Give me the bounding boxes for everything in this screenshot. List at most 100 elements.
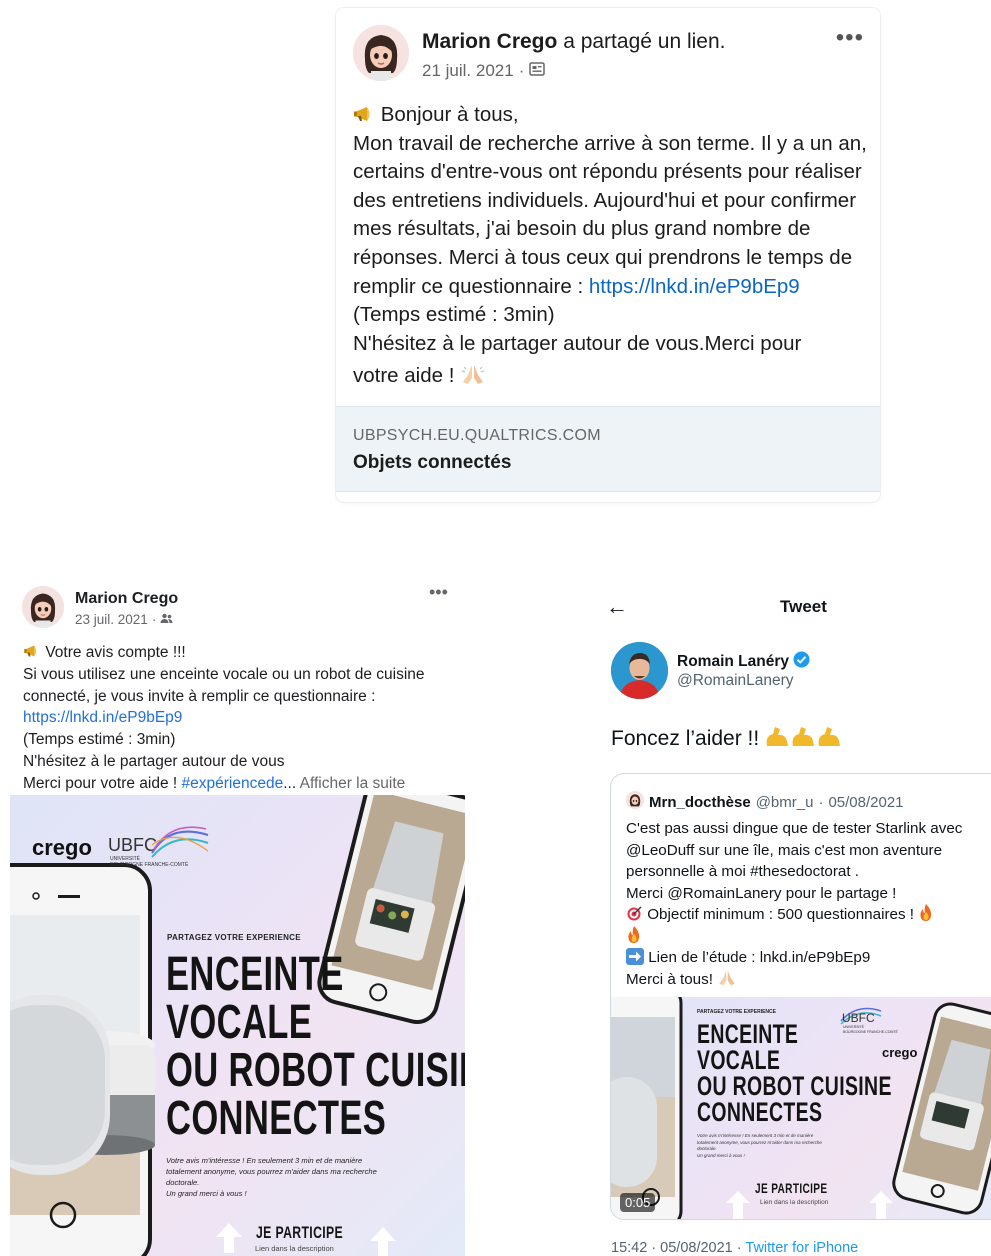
body-line-2-text: Si vous utilisez une enceinte vocale ou … bbox=[23, 665, 425, 705]
greeting-line: Bonjour à tous, bbox=[353, 101, 868, 130]
post-date[interactable]: 23 juil. 2021 bbox=[75, 612, 148, 627]
author-avatar[interactable] bbox=[353, 25, 409, 81]
praying-hands-icon bbox=[460, 362, 486, 391]
post-image[interactable]: crego UBFC UNIVERSITÉ BOURGOGNE FRANCHE-… bbox=[10, 795, 465, 1256]
more-options-icon[interactable]: ••• bbox=[836, 24, 864, 52]
quoted-line-4: Lien de l’étude : lnkd.in/eP9bEp9 bbox=[626, 947, 991, 969]
quoted-line-1: C'est pas aussi dingue que de tester Sta… bbox=[626, 820, 963, 880]
quoted-line-4-text: Lien de l’étude : lnkd.in/eP9bEp9 bbox=[648, 949, 871, 966]
share-line: N'hésitez à le partager autour de vous.M… bbox=[353, 331, 802, 355]
preview-title[interactable]: Objets connectés bbox=[353, 452, 511, 474]
facebook-post: Marion Crego 23 juil. 2021 · ••• Votre a… bbox=[10, 580, 465, 1256]
quoted-author-name[interactable]: Mrn_docthèse bbox=[649, 794, 751, 811]
megaphone-icon bbox=[353, 101, 375, 130]
body-line-2: Si vous utilisez une enceinte vocale ou … bbox=[23, 664, 463, 729]
author-name-text: Romain Lanéry bbox=[677, 653, 789, 670]
verified-badge-icon bbox=[793, 651, 810, 673]
praying-hands-icon bbox=[717, 970, 737, 988]
megaphone-icon bbox=[23, 642, 41, 664]
post-body: Bonjour à tous, Mon travail de recherche… bbox=[353, 101, 868, 391]
post-meta: 23 juil. 2021 · bbox=[75, 612, 173, 627]
arrow-up-icon bbox=[370, 1227, 396, 1256]
video-ubfc-subtitle-2: BOURGOGNE FRANCHE-COMTÉ bbox=[843, 1029, 898, 1034]
quoted-video[interactable]: PARTAGEZ VOTRE EXPERIENCE ENCEINTE VOCAL… bbox=[611, 997, 991, 1219]
video-duration-badge: 0:05 bbox=[620, 1193, 656, 1212]
page-title: Tweet bbox=[780, 597, 827, 616]
quoted-author-handle: @bmr_u bbox=[755, 793, 814, 811]
post-action: a partagé un lien. bbox=[563, 30, 726, 53]
body-line-3: (Temps estimé : 3min) bbox=[23, 731, 176, 749]
quoted-tweet-header: Mrn_docthèse @bmr_u · 05/08/2021 bbox=[626, 791, 904, 813]
meta-separator: · bbox=[518, 61, 525, 80]
video-kicker: PARTAGEZ VOTRE EXPERIENCE bbox=[697, 1009, 776, 1015]
arrow-up-icon bbox=[216, 1223, 242, 1253]
body-line-4: N'hésitez à le partager autour de vous bbox=[23, 752, 285, 770]
linkedin-post: Marion Crego a partagé un lien. 21 juil.… bbox=[336, 8, 880, 502]
quoted-line-3: Objectif minimum : 500 questionnaires ! bbox=[626, 904, 991, 926]
creative-desc-1: Votre avis m'intéresse ! En seulement 3 … bbox=[166, 1156, 363, 1165]
creative-cta: JE PARTICIPE bbox=[256, 1223, 344, 1242]
creative-desc-4: Un grand merci à vous ! bbox=[166, 1189, 247, 1198]
quoted-author-avatar bbox=[626, 791, 644, 813]
creative-description: Votre avis m'intéresse ! En seulement 3 … bbox=[166, 1155, 377, 1199]
quoted-line-5: Merci à tous! bbox=[626, 969, 991, 991]
greeting-text: Bonjour à tous, bbox=[380, 103, 519, 126]
body-line-1-text: Votre avis compte !!! bbox=[45, 644, 186, 661]
author-line: Marion Crego a partagé un lien. bbox=[422, 30, 725, 54]
tweet-source[interactable]: Twitter for iPhone bbox=[745, 1240, 858, 1256]
more-options-icon[interactable]: ••• bbox=[429, 582, 448, 603]
post-date[interactable]: 21 juil. 2021 bbox=[422, 61, 514, 81]
quoted-line-2: Merci @RomainLanery pour le partage ! bbox=[626, 884, 897, 902]
video-headline-1: ENCEINTE bbox=[697, 1019, 799, 1049]
survey-link[interactable]: https://lnkd.in/eP9bEp9 bbox=[589, 275, 800, 298]
link-preview-card[interactable]: UBPSYCH.EU.QUALTRICS.COM Objets connecté… bbox=[336, 406, 880, 492]
quoted-fire-line bbox=[626, 925, 991, 948]
quoted-line-3-text: Objectif minimum : 500 questionnaires ! bbox=[647, 906, 914, 923]
creative-headline-4: CONNECTES bbox=[166, 1092, 387, 1145]
author-name[interactable]: Marion Crego bbox=[75, 590, 178, 608]
time-estimate: (Temps estimé : 3min) bbox=[353, 303, 555, 327]
fire-icon bbox=[918, 904, 934, 923]
quoted-tweet[interactable]: Mrn_docthèse @bmr_u · 05/08/2021 C'est p… bbox=[610, 773, 991, 1220]
closing-line: votre aide ! bbox=[353, 362, 868, 391]
post-meta: 21 juil. 2021 · bbox=[422, 61, 546, 81]
creative-headline-3: OU ROBOT CUISINE bbox=[166, 1044, 465, 1097]
tweet-timestamp[interactable]: 15:42 · 05/08/2021 · bbox=[611, 1240, 742, 1256]
body-main-text: Mon travail de recherche arrive à son te… bbox=[353, 131, 867, 298]
right-arrow-icon bbox=[626, 948, 648, 966]
creative-desc-3: doctorale. bbox=[166, 1178, 200, 1187]
twitter-tweet-view: ← Tweet Romain Lanéry @RomainLanery Fonc… bbox=[596, 580, 991, 1256]
body-line-5: Merci pour votre aide ! #expériencede...… bbox=[23, 773, 463, 795]
author-avatar[interactable] bbox=[22, 586, 64, 628]
body-paragraph: Mon travail de recherche arrive à son te… bbox=[353, 130, 868, 330]
creative-cta-sub: Lien dans la description bbox=[255, 1244, 334, 1253]
survey-link[interactable]: https://lnkd.in/eP9bEp9 bbox=[23, 709, 182, 726]
video-headline-2: VOCALE bbox=[697, 1045, 781, 1075]
video-description: Votre avis m'intéresse ! En seulement 3 … bbox=[697, 1133, 822, 1159]
author-handle[interactable]: @RomainLanery bbox=[677, 672, 794, 690]
tweet-text-content: Foncez l’aider !! bbox=[611, 727, 760, 750]
author-name[interactable]: Romain Lanéry bbox=[677, 651, 810, 673]
video-ubfc-logo: UBFC bbox=[842, 1011, 875, 1025]
quoted-tweet-body: C'est pas aussi dingue que de tester Sta… bbox=[626, 818, 991, 990]
video-desc-4: Un grand merci à vous ! bbox=[697, 1152, 745, 1158]
meta-separator: · bbox=[151, 612, 157, 627]
closing-text: votre aide ! bbox=[353, 364, 455, 388]
author-avatar[interactable] bbox=[611, 642, 668, 699]
video-crego-logo: crego bbox=[882, 1045, 918, 1060]
video-cta-sub: Lien dans la description bbox=[760, 1199, 829, 1206]
flexed-biceps-icon bbox=[765, 724, 843, 754]
creative-headline-2: VOCALE bbox=[166, 996, 313, 1049]
author-name[interactable]: Marion Crego bbox=[422, 30, 557, 53]
direct-hit-icon bbox=[626, 906, 647, 923]
see-more-link[interactable]: Afficher la suite bbox=[300, 775, 406, 792]
body-line-5-text: Merci pour votre aide ! bbox=[23, 774, 178, 792]
quoted-date: 05/08/2021 bbox=[828, 793, 904, 811]
preview-domain: UBPSYCH.EU.QUALTRICS.COM bbox=[353, 427, 601, 444]
hashtag-link[interactable]: #expériencede bbox=[182, 775, 284, 792]
video-ubfc-subtitle: UNIVERSITÉ BOURGOGNE FRANCHE-COMTÉ bbox=[843, 1025, 898, 1034]
back-arrow-icon[interactable]: ← bbox=[606, 594, 628, 620]
ellipsis: ... bbox=[283, 774, 297, 792]
quoted-separator: · bbox=[818, 793, 824, 811]
body-line-1: Votre avis compte !!! bbox=[23, 642, 463, 664]
